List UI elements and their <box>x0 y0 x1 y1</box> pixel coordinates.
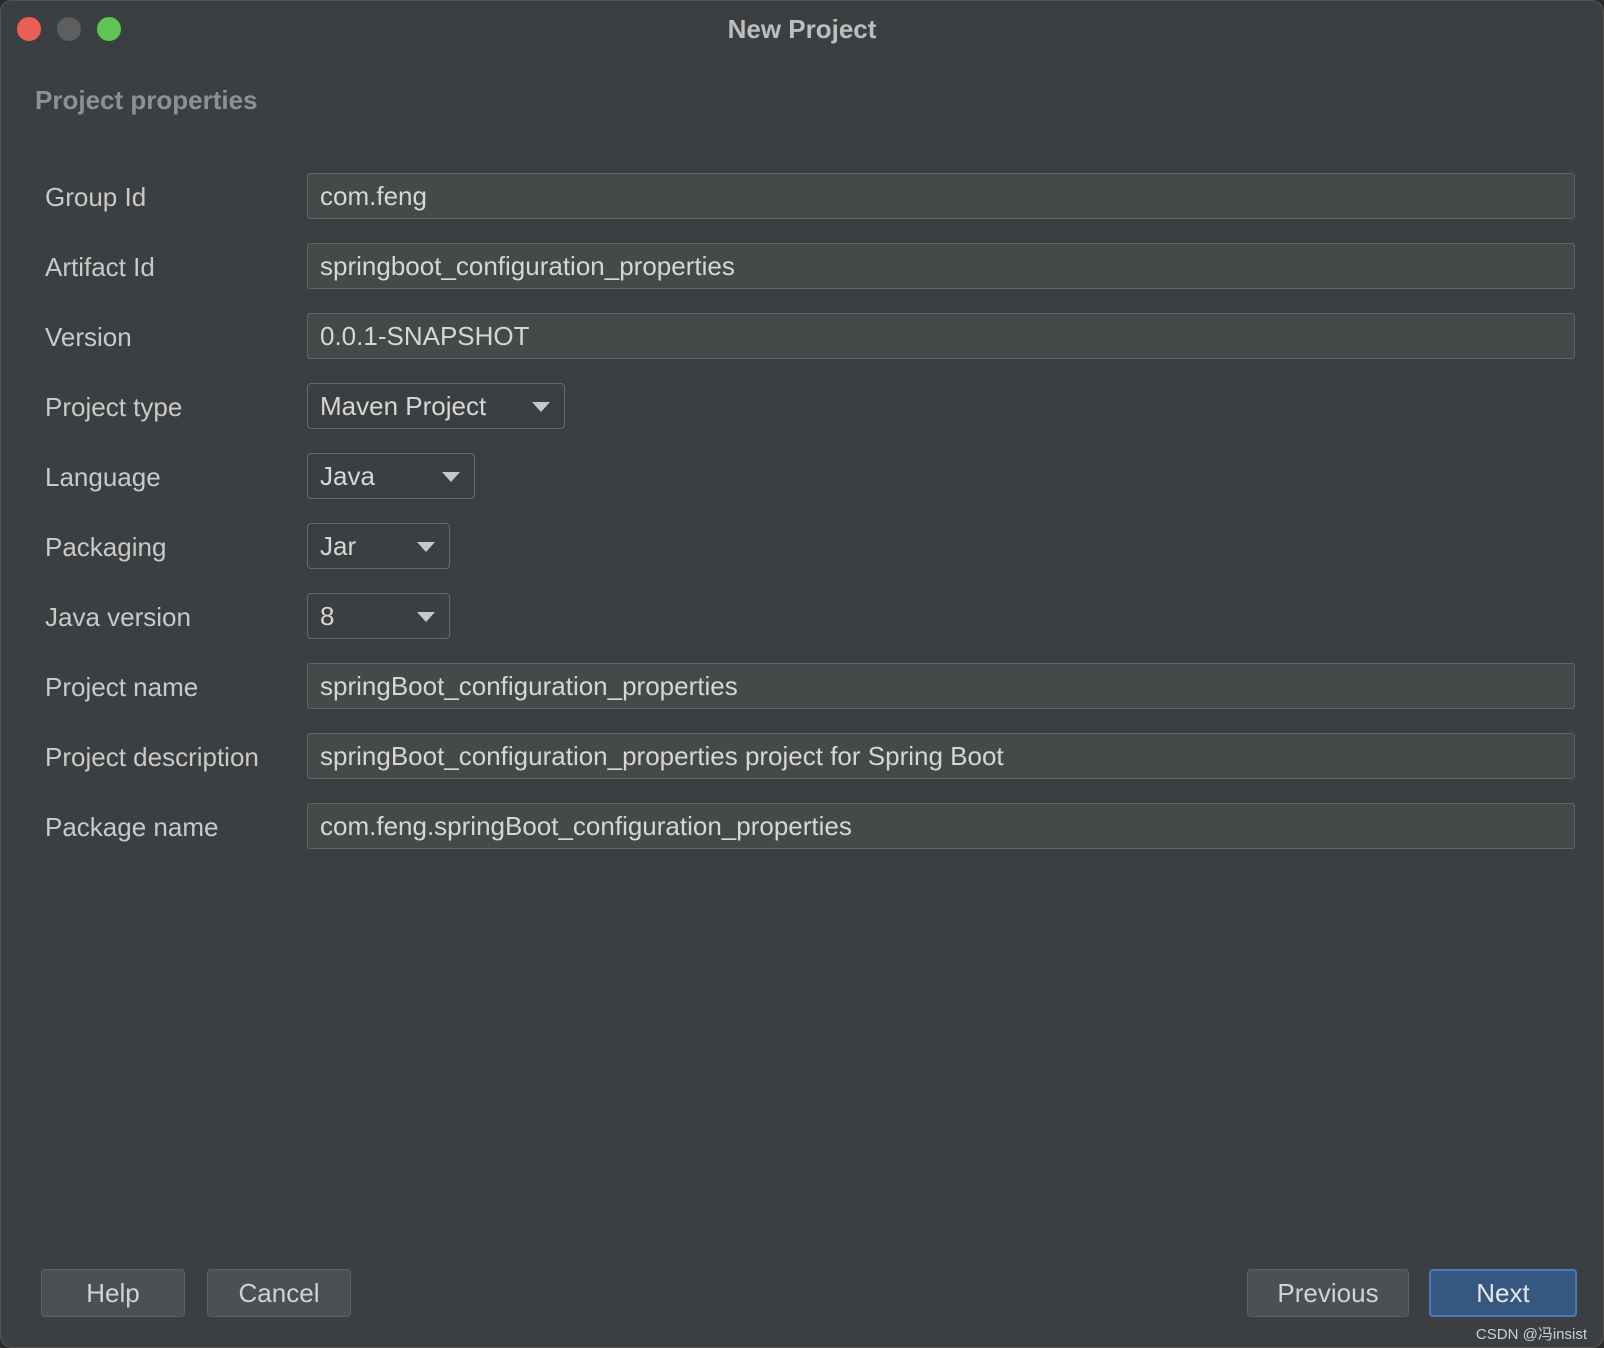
group-id-row: Group Id com.feng <box>1 173 1603 221</box>
packaging-label: Packaging <box>45 532 167 562</box>
window-controls <box>17 17 121 41</box>
project-description-input[interactable]: springBoot_configuration_properties proj… <box>307 733 1575 779</box>
group-id-input[interactable]: com.feng <box>307 173 1575 219</box>
package-name-row: Package name com.feng.springBoot_configu… <box>1 803 1603 851</box>
java-version-value: 8 <box>320 601 335 631</box>
chevron-down-icon <box>417 542 435 552</box>
project-type-value: Maven Project <box>320 391 487 421</box>
packaging-value: Jar <box>320 531 357 561</box>
next-button[interactable]: Next <box>1429 1269 1577 1317</box>
minimize-window-button[interactable] <box>57 17 81 41</box>
window-title: New Project <box>727 13 877 44</box>
help-button[interactable]: Help <box>41 1269 185 1317</box>
new-project-dialog: New Project Project properties Group Id … <box>0 0 1604 1348</box>
chevron-down-icon <box>532 402 550 412</box>
java-version-select[interactable]: 8 <box>307 593 450 639</box>
java-version-row: Java version 8 <box>1 593 1603 641</box>
java-version-label: Java version <box>45 602 191 632</box>
artifact-id-row: Artifact Id springboot_configuration_pro… <box>1 243 1603 291</box>
project-description-label: Project description <box>45 742 259 772</box>
zoom-window-button[interactable] <box>97 17 121 41</box>
version-input[interactable]: 0.0.1-SNAPSHOT <box>307 313 1575 359</box>
project-type-row: Project type Maven Project <box>1 383 1603 431</box>
watermark: CSDN @冯insist <box>1475 1326 1587 1343</box>
cancel-button[interactable]: Cancel <box>207 1269 351 1317</box>
project-type-label: Project type <box>45 392 183 422</box>
group-id-label: Group Id <box>45 182 147 212</box>
project-name-label: Project name <box>45 672 199 702</box>
chevron-down-icon <box>442 472 460 482</box>
packaging-row: Packaging Jar <box>1 523 1603 571</box>
language-row: Language Java <box>1 453 1603 501</box>
title-bar: New Project <box>1 1 1603 57</box>
version-row: Version 0.0.1-SNAPSHOT <box>1 313 1603 361</box>
project-description-row: Project description springBoot_configura… <box>1 733 1603 781</box>
language-label: Language <box>45 462 161 492</box>
project-name-row: Project name springBoot_configuration_pr… <box>1 663 1603 711</box>
version-label: Version <box>45 322 132 352</box>
package-name-label: Package name <box>45 812 219 842</box>
package-name-input[interactable]: com.feng.springBoot_configuration_proper… <box>307 803 1575 849</box>
artifact-id-input[interactable]: springboot_configuration_properties <box>307 243 1575 289</box>
packaging-select[interactable]: Jar <box>307 523 450 569</box>
chevron-down-icon <box>417 612 435 622</box>
language-select[interactable]: Java <box>307 453 475 499</box>
language-value: Java <box>320 461 375 491</box>
artifact-id-label: Artifact Id <box>45 252 155 282</box>
close-window-button[interactable] <box>17 17 41 41</box>
previous-button[interactable]: Previous <box>1247 1269 1409 1317</box>
project-type-select[interactable]: Maven Project <box>307 383 565 429</box>
project-name-input[interactable]: springBoot_configuration_properties <box>307 663 1575 709</box>
section-title: Project properties <box>35 85 258 115</box>
